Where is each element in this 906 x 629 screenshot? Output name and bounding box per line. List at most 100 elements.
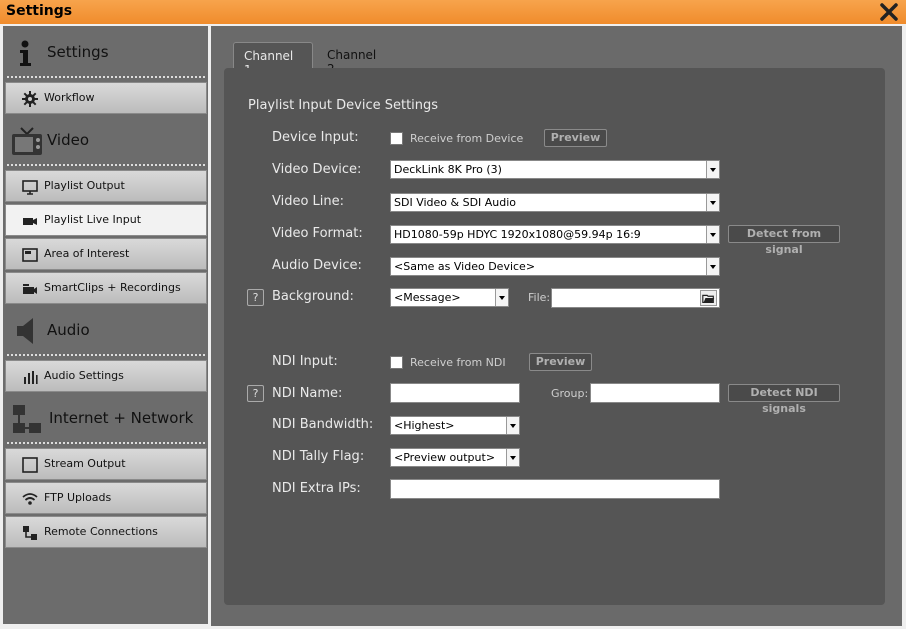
chevron-down-icon [506, 417, 519, 434]
background-label: Background: [272, 289, 354, 304]
sidebar-item-label: Playlist Output [44, 179, 125, 192]
chevron-down-icon [706, 161, 719, 178]
sidebar-category-audio: Audio [3, 306, 208, 356]
monitor-icon [22, 180, 38, 195]
chevron-down-icon [706, 194, 719, 211]
device-input-label: Device Input: [272, 130, 359, 145]
receive-from-ndi-checkbox[interactable] [390, 356, 403, 369]
receive-from-ndi-label: Receive from NDI [410, 356, 506, 369]
sidebar-category-internet-network: Internet + Network [3, 394, 208, 444]
clip-icon [23, 284, 37, 294]
sidebar-item-remote-connections[interactable]: Remote Connections [5, 516, 207, 548]
receive-from-device-label: Receive from Device [410, 132, 524, 145]
sidebar-item-label: SmartClips + Recordings [44, 281, 181, 294]
sidebar-item-label: FTP Uploads [44, 491, 112, 504]
wifi-icon [22, 493, 38, 505]
sidebar-category-settings: Settings [3, 28, 208, 78]
detect-ndi-signals-button[interactable]: Detect NDI signals [728, 384, 840, 415]
ndi-extra-ips-input[interactable] [390, 479, 720, 499]
background-help-button[interactable]: ? [247, 289, 264, 306]
sidebar-item-stream-output[interactable]: Stream Output [5, 448, 207, 480]
file-path-input[interactable] [551, 288, 720, 308]
settings-window: Settings Settings Workflow Video Playlis… [0, 0, 906, 629]
ndi-tally-flag-select[interactable]: <Preview output> [390, 448, 520, 467]
divider [7, 76, 205, 78]
ndi-bandwidth-label: NDI Bandwidth: [272, 417, 374, 432]
file-label: File: [528, 291, 551, 304]
chevron-down-icon [506, 449, 519, 466]
ndi-input-label: NDI Input: [272, 354, 338, 369]
select-value: <Preview output> [394, 451, 496, 464]
device-preview-button[interactable]: Preview [544, 129, 607, 147]
detect-from-signal-button[interactable]: Detect from signal [728, 225, 840, 256]
chevron-down-icon [706, 258, 719, 275]
ndi-preview-button[interactable]: Preview [529, 353, 592, 371]
ndi-tally-flag-label: NDI Tally Flag: [272, 449, 365, 464]
stream-monitor-icon [22, 457, 38, 473]
sidebar-item-playlist-live-input[interactable]: Playlist Live Input [5, 204, 207, 236]
sidebar-item-label: Playlist Live Input [44, 213, 142, 226]
sidebar-item-audio-settings[interactable]: Audio Settings [5, 360, 207, 392]
group-label: Group: [551, 387, 589, 400]
speaker-icon [17, 318, 33, 344]
divider [7, 164, 205, 166]
sidebar-category-video: Video [3, 116, 208, 166]
sidebar: Settings Workflow Video Playlist Output … [3, 26, 208, 624]
info-icon [20, 40, 31, 66]
folder-open-icon[interactable] [700, 290, 717, 306]
video-device-label: Video Device: [272, 162, 362, 177]
title-bar: Settings [0, 0, 906, 24]
sidebar-item-ftp-uploads[interactable]: FTP Uploads [5, 482, 207, 514]
video-line-label: Video Line: [272, 194, 345, 209]
sidebar-item-playlist-output[interactable]: Playlist Output [5, 170, 207, 202]
divider [7, 354, 205, 356]
ndi-name-input[interactable] [390, 383, 520, 403]
settings-panel [224, 68, 885, 605]
receive-from-device-checkbox[interactable] [390, 132, 403, 145]
video-format-select[interactable]: HD1080-59p HDYC 1920x1080@59.94p 16:9 [390, 225, 720, 244]
category-label: Internet + Network [49, 409, 194, 427]
sidebar-item-label: Remote Connections [44, 525, 158, 538]
audio-device-label: Audio Device: [272, 258, 362, 273]
select-value: <Message> [394, 291, 461, 304]
select-value: HD1080-59p HDYC 1920x1080@59.94p 16:9 [394, 228, 641, 241]
tv-icon [12, 127, 42, 155]
equalizer-icon [24, 371, 38, 384]
ndi-group-input[interactable] [590, 383, 720, 403]
panel-heading: Playlist Input Device Settings [248, 98, 439, 113]
video-line-select[interactable]: SDI Video & SDI Audio [390, 193, 720, 212]
video-device-select[interactable]: DeckLink 8K Pro (3) [390, 160, 720, 179]
select-value: <Highest> [394, 419, 455, 432]
category-label: Video [47, 131, 90, 149]
sidebar-item-label: Audio Settings [44, 369, 124, 382]
select-value: DeckLink 8K Pro (3) [394, 163, 502, 176]
window-title: Settings [6, 3, 73, 19]
background-select[interactable]: <Message> [390, 288, 509, 307]
category-label: Audio [47, 321, 90, 339]
remote-icon [23, 526, 37, 540]
ndi-name-label: NDI Name: [272, 386, 343, 401]
close-icon[interactable] [878, 1, 900, 23]
tab-channel-1[interactable]: Channel 1 [233, 42, 313, 77]
window-icon [22, 248, 38, 262]
sidebar-item-smartclips-recordings[interactable]: SmartClips + Recordings [5, 272, 207, 304]
sidebar-item-label: Stream Output [44, 457, 126, 470]
camera-icon [23, 218, 37, 225]
tab-channel-2[interactable]: Channel 2 [317, 42, 397, 76]
ndi-name-help-button[interactable]: ? [247, 385, 264, 402]
ndi-extra-ips-label: NDI Extra IPs: [272, 481, 361, 496]
sidebar-item-area-of-interest[interactable]: Area of Interest [5, 238, 207, 270]
video-format-label: Video Format: [272, 226, 363, 241]
network-icon [13, 405, 41, 433]
sidebar-item-workflow[interactable]: Workflow [5, 82, 207, 114]
ndi-bandwidth-select[interactable]: <Highest> [390, 416, 520, 435]
select-value: SDI Video & SDI Audio [394, 196, 517, 209]
category-label: Settings [47, 43, 109, 61]
sidebar-item-label: Workflow [44, 91, 95, 104]
gear-icon [22, 91, 38, 107]
divider [7, 442, 205, 444]
sidebar-item-label: Area of Interest [44, 247, 130, 260]
chevron-down-icon [495, 289, 508, 306]
audio-device-select[interactable]: <Same as Video Device> [390, 257, 720, 276]
select-value: <Same as Video Device> [394, 260, 536, 273]
